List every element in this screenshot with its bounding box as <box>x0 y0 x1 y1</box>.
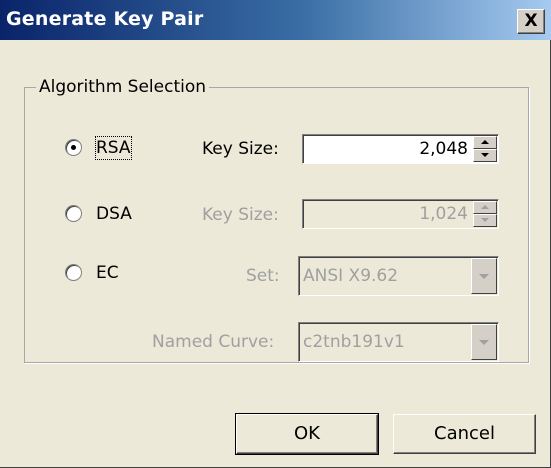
dsa-key-size-value: 1,024 <box>419 204 468 224</box>
window-title: Generate Key Pair <box>6 8 204 30</box>
dsa-key-size-label: Key Size: <box>202 205 279 225</box>
close-icon: X <box>524 11 538 31</box>
ec-set-dropdown: ANSI X9.62 <box>298 256 499 296</box>
ec-named-curve-dropdown: c2tnb191v1 <box>298 322 499 362</box>
ec-set-dropdown-button <box>471 258 497 294</box>
ec-set-label: Set: <box>246 266 280 286</box>
chevron-down-icon <box>479 274 489 279</box>
generate-key-pair-dialog: Generate Key Pair X Algorithm Selection … <box>0 0 551 468</box>
cancel-button[interactable]: Cancel <box>393 414 536 454</box>
spin-up-icon <box>481 140 489 144</box>
group-legend: Algorithm Selection <box>36 76 210 98</box>
rsa-key-size-spin-buttons[interactable] <box>473 136 497 162</box>
ec-label[interactable]: EC <box>96 262 119 284</box>
chevron-down-icon <box>479 340 489 345</box>
dsa-radio[interactable] <box>65 205 82 222</box>
spin-down-button[interactable] <box>473 149 497 162</box>
ec-named-curve-dropdown-button <box>471 324 497 360</box>
title-bar[interactable]: Generate Key Pair X <box>0 0 551 40</box>
close-button[interactable]: X <box>517 9 545 34</box>
spin-down-button <box>473 214 497 227</box>
ec-named-curve-label: Named Curve: <box>152 332 275 352</box>
rsa-radio[interactable] <box>65 139 82 156</box>
dsa-key-size-spinner: 1,024 <box>302 199 499 229</box>
rsa-key-size-label: Key Size: <box>202 139 279 159</box>
radio-selected-dot <box>71 145 76 150</box>
ec-set-value: ANSI X9.62 <box>303 266 399 286</box>
spin-up-button <box>473 201 497 214</box>
rsa-key-size-value: 2,048 <box>419 139 468 159</box>
dsa-label[interactable]: DSA <box>96 203 132 225</box>
rsa-key-size-spinner[interactable]: 2,048 <box>302 134 499 164</box>
rsa-label[interactable]: RSA <box>95 136 132 160</box>
spin-up-button[interactable] <box>473 136 497 149</box>
ok-button[interactable]: OK <box>235 413 379 455</box>
spin-down-icon <box>481 218 489 222</box>
dsa-key-size-spin-buttons <box>473 201 497 227</box>
spin-down-icon <box>481 153 489 157</box>
ec-named-curve-value: c2tnb191v1 <box>303 332 405 352</box>
ec-radio[interactable] <box>65 264 82 281</box>
spin-up-icon <box>481 205 489 209</box>
